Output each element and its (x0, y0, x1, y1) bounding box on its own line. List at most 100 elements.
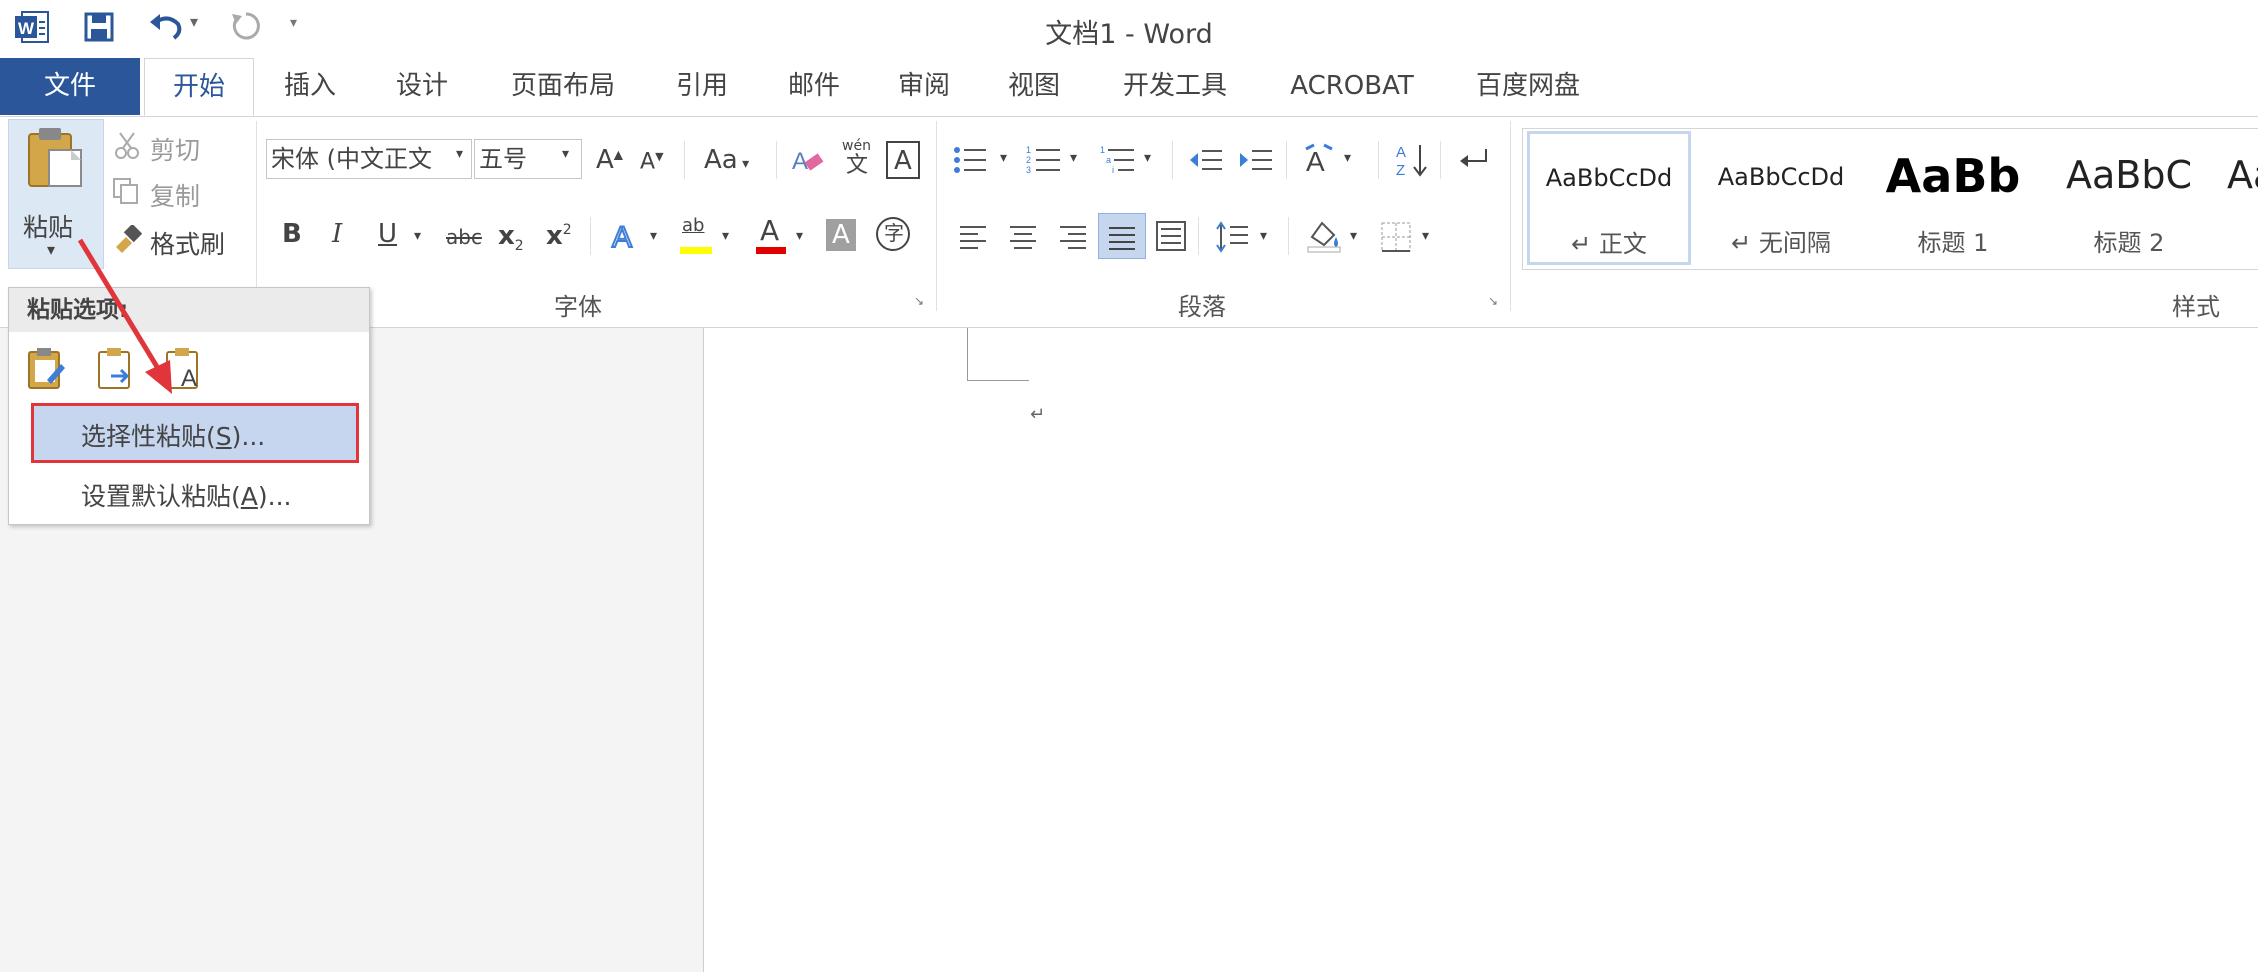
style-normal[interactable]: AaBbCcDd ↵ 正文 (1527, 131, 1691, 265)
set-default-paste-ellipsis: )... (257, 482, 292, 511)
paste-special-accelerator: S (215, 422, 232, 451)
borders-dropdown-icon[interactable]: ▾ (1422, 229, 1429, 243)
shading-icon[interactable] (1306, 219, 1342, 253)
cut-icon (114, 131, 140, 159)
tab-baidu-netdisk[interactable]: 百度网盘 (1458, 58, 1598, 115)
character-border-icon[interactable]: A (886, 141, 920, 179)
style-sample: AaBbC (2065, 153, 2192, 197)
tab-layout[interactable]: 页面布局 (488, 58, 638, 115)
style-heading-1[interactable]: AaBb 标题 1 (1873, 129, 2033, 267)
style-heading-2[interactable]: AaBbC 标题 2 (2049, 129, 2209, 267)
style-sample: AaBb (1885, 149, 2021, 203)
font-size-dropdown-icon[interactable]: ▾ (562, 147, 569, 161)
group-separator (1378, 141, 1379, 179)
set-default-paste-item[interactable]: 设置默认粘贴(A)... (81, 477, 291, 513)
tab-acrobat[interactable]: ACROBAT (1272, 58, 1432, 115)
multilevel-list-icon[interactable]: 1ai (1100, 145, 1136, 175)
tab-mailings[interactable]: 邮件 (766, 58, 862, 115)
format-painter-button[interactable]: 格式刷 (150, 225, 225, 261)
paste-button[interactable]: 粘贴 ▾ (8, 119, 104, 269)
numbering-dropdown-icon[interactable]: ▾ (1070, 151, 1077, 165)
shrink-font-icon[interactable]: A▼ (640, 151, 664, 173)
keep-text-only-icon[interactable]: A (165, 346, 209, 390)
decrease-indent-icon[interactable] (1190, 147, 1224, 173)
numbering-icon[interactable]: 123 (1026, 145, 1062, 175)
svg-text:2: 2 (1026, 155, 1031, 165)
font-name-dropdown-icon[interactable]: ▾ (456, 147, 463, 161)
superscript-button[interactable]: x2 (546, 223, 572, 249)
subscript-button[interactable]: x2 (498, 221, 524, 253)
chinese-layout-icon[interactable]: A (1302, 143, 1336, 177)
text-effects-icon[interactable]: A (610, 217, 644, 253)
align-center-icon[interactable] (1008, 223, 1038, 249)
style-no-spacing[interactable]: AaBbCcDd ↵ 无间隔 (1701, 129, 1861, 267)
tab-review[interactable]: 审阅 (876, 58, 972, 115)
align-left-icon[interactable] (958, 223, 988, 249)
style-title[interactable]: Aa (2219, 129, 2258, 267)
change-case-button[interactable]: Aa ▾ (704, 147, 749, 173)
paste-special-text: 选择性粘贴( (81, 422, 216, 451)
svg-text:A: A (1396, 144, 1406, 161)
sort-icon[interactable]: AZ (1396, 141, 1430, 179)
clear-formatting-icon[interactable]: A (792, 145, 826, 177)
tab-developer[interactable]: 开发工具 (1100, 58, 1250, 115)
group-separator (1198, 217, 1199, 255)
character-shading-label: A (832, 220, 850, 250)
margin-corner-marker (967, 380, 1029, 381)
line-spacing-dropdown-icon[interactable]: ▾ (1260, 229, 1267, 243)
font-color-button[interactable]: A (754, 217, 788, 257)
bullets-dropdown-icon[interactable]: ▾ (1000, 151, 1007, 165)
svg-text:A: A (181, 365, 197, 390)
font-name-value: 宋体 (中文正文 (271, 145, 432, 173)
multilevel-dropdown-icon[interactable]: ▾ (1144, 151, 1151, 165)
phonetic-guide-icon[interactable]: wén 文 (840, 137, 871, 181)
font-color-dropdown-icon[interactable]: ▾ (796, 229, 803, 243)
merge-formatting-icon[interactable] (97, 346, 141, 390)
align-right-icon[interactable] (1058, 223, 1088, 249)
character-shading-button[interactable]: A (826, 219, 856, 251)
italic-button[interactable]: I (332, 221, 342, 247)
show-marks-icon[interactable] (1458, 147, 1490, 173)
style-name: ↵ 正文 (1571, 230, 1647, 258)
tab-insert[interactable]: 插入 (262, 58, 358, 115)
paste-special-item[interactable]: 选择性粘贴(S)... (81, 417, 265, 453)
tab-design[interactable]: 设计 (374, 58, 470, 115)
underline-dropdown-icon[interactable]: ▾ (414, 229, 421, 243)
ribbon-tabs: 文件 开始 插入 设计 页面布局 引用 邮件 审阅 视图 开发工具 ACROBA… (0, 58, 2258, 117)
cut-button[interactable]: 剪切 (150, 131, 200, 167)
bold-button[interactable]: B (282, 221, 302, 247)
document-page[interactable]: ↵ (703, 328, 2258, 972)
clipboard-paste-icon (27, 126, 85, 188)
strikethrough-button[interactable]: abc (446, 227, 482, 247)
paragraph-dialog-launcher-icon[interactable]: ↘ (1488, 295, 1498, 307)
increase-indent-icon[interactable] (1240, 147, 1274, 173)
copy-button[interactable]: 复制 (150, 177, 200, 213)
tab-view[interactable]: 视图 (986, 58, 1082, 115)
tab-file[interactable]: 文件 (0, 58, 140, 115)
highlight-button[interactable]: ab (678, 217, 716, 257)
paste-dropdown-icon: ▾ (47, 240, 56, 259)
shading-dropdown-icon[interactable]: ▾ (1350, 229, 1357, 243)
borders-icon[interactable] (1380, 221, 1412, 253)
subscript-label: x (498, 221, 515, 251)
justify-button[interactable] (1098, 213, 1146, 259)
highlight-dropdown-icon[interactable]: ▾ (722, 229, 729, 243)
font-name-combo[interactable]: 宋体 (中文正文 (266, 139, 472, 179)
chinese-layout-dropdown-icon[interactable]: ▾ (1344, 151, 1351, 165)
change-case-label: Aa (704, 145, 738, 175)
bullets-icon[interactable] (954, 145, 988, 175)
grow-font-icon[interactable]: A▲ (596, 147, 623, 173)
line-spacing-icon[interactable] (1216, 221, 1250, 253)
text-effects-dropdown-icon[interactable]: ▾ (650, 229, 657, 243)
superscript-mark: 2 (562, 222, 572, 238)
phonetic-pinyin: wén (842, 138, 871, 154)
tab-references[interactable]: 引用 (654, 58, 750, 115)
enclose-characters-button[interactable]: 字 (876, 217, 910, 251)
group-separator (936, 121, 937, 311)
tab-home[interactable]: 开始 (144, 58, 254, 116)
keep-source-formatting-icon[interactable] (27, 346, 67, 390)
highlight-label: ab (682, 215, 705, 236)
font-dialog-launcher-icon[interactable]: ↘ (914, 295, 924, 307)
underline-button[interactable]: U (378, 221, 397, 247)
distributed-icon[interactable] (1156, 221, 1186, 251)
